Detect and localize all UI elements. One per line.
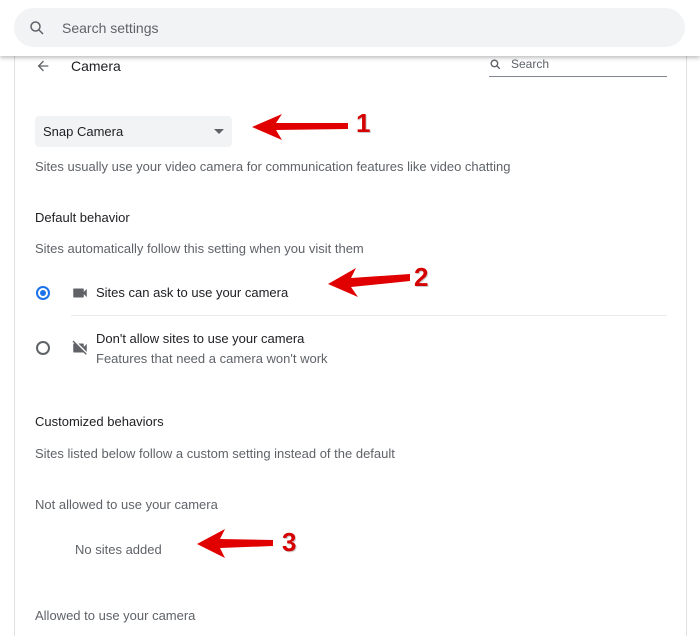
top-bar (0, 0, 700, 56)
annotation-number-1: 1 (356, 108, 371, 138)
divider (71, 315, 667, 316)
camera-description: Sites usually use your video camera for … (35, 159, 511, 174)
option-block-label[interactable]: Don't allow sites to use your camera (96, 331, 304, 346)
page-search-field[interactable] (489, 56, 667, 77)
default-behavior-heading: Default behavior (35, 210, 130, 225)
search-icon (30, 20, 44, 35)
option-allow-ask-label[interactable]: Sites can ask to use your camera (96, 285, 288, 300)
camera-settings-card: Camera Snap Camera Sites usually use you… (14, 56, 687, 636)
radio-block[interactable] (36, 341, 50, 355)
allowed-heading: Allowed to use your camera (35, 608, 196, 623)
annotation-arrow-2 (328, 268, 410, 297)
not-allowed-heading: Not allowed to use your camera (35, 497, 218, 512)
annotation-arrow-3 (197, 529, 273, 558)
search-settings-input[interactable] (60, 18, 624, 37)
search-icon (490, 59, 501, 70)
search-settings-field[interactable] (14, 8, 685, 47)
customized-behaviors-heading: Customized behaviors (35, 414, 164, 429)
option-block-sublabel: Features that need a camera won't work (96, 351, 328, 366)
not-allowed-empty: No sites added (75, 542, 162, 557)
annotation-number-3: 3 (282, 527, 297, 557)
camera-select[interactable]: Snap Camera (35, 116, 232, 147)
videocam-off-icon (72, 340, 87, 355)
arrow-back-icon[interactable] (35, 58, 51, 74)
page-title: Camera (71, 58, 121, 74)
default-behavior-subtext: Sites automatically follow this setting … (35, 241, 364, 256)
page-search-input[interactable] (509, 56, 663, 72)
videocam-icon (73, 288, 87, 298)
annotation-number-2: 2 (414, 262, 429, 292)
annotation-arrow-1 (252, 114, 348, 140)
camera-select-value: Snap Camera (43, 124, 124, 139)
radio-allow-ask[interactable] (36, 286, 50, 300)
customized-behaviors-subtext: Sites listed below follow a custom setti… (35, 446, 395, 461)
caret-down-icon (214, 129, 224, 134)
page-header: Camera (15, 56, 686, 77)
